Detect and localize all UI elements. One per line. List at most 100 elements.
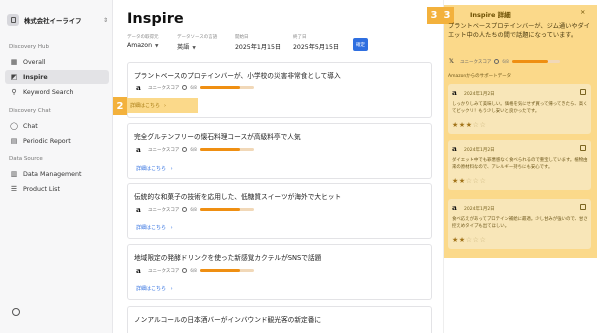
review-text: ダイエット中でも罪悪感なく食べられるので重宝しています。植物由来の原材料なので、… [452,158,588,170]
score-label: ユニークスコア [148,268,180,274]
star-empty-icon: ☆ [472,121,480,129]
sidebar-item-keyword-search[interactable]: ⚲ Keyword Search [5,85,109,99]
filter-label: 開始日 [235,35,249,40]
inspire-card[interactable]: 完全グルテンフリーの懐石料理コースが高級料亭で人気 a ユニークスコア 6/8 … [127,123,432,179]
inspire-card[interactable]: 地域限定の発酵ドリンクを使った新感覚カクテルがSNSで話題 a ユニークスコア … [127,244,432,300]
sidebar-item-label: Periodic Report [23,137,71,145]
panel-title: Inspire 詳細 [470,11,511,19]
score-bar [199,86,254,89]
external-link-icon[interactable] [580,145,586,151]
star-empty-icon: ☆ [472,236,480,244]
sidebar-item-label: Overall [23,58,46,66]
chat-icon: ◯ [10,122,18,130]
chart-icon: ◩ [10,73,18,81]
star-filled-icon: ★ [452,236,459,244]
database-icon: ▥ [10,170,18,178]
external-link-icon[interactable] [580,204,586,210]
review-date: 2024年1月2日 [464,207,495,212]
review-text: しっかりしみて美味しい。価格を気にせず買って帰ってきたら、高くてビックリ！もう少… [452,102,588,114]
sidebar-item-inspire[interactable]: ◩ Inspire [5,70,109,84]
report-icon: ▤ [10,137,18,145]
sidebar-item-periodic-report[interactable]: ▤ Periodic Report [5,134,109,148]
chevron-right-icon: › [164,102,167,109]
chevron-right-icon: › [170,166,173,172]
info-icon[interactable] [182,147,188,152]
score-bar-fill [199,269,241,272]
chevron-right-icon: › [170,286,173,292]
step-marker-2: 2 [113,97,127,115]
confirm-button[interactable]: 確定 [353,38,368,51]
score-bar-fill [511,60,548,63]
sidebar-item-label: Data Management [23,170,82,178]
star-filled-icon: ★ [452,121,459,129]
sidebar-item-data-management[interactable]: ▥ Data Management [5,167,109,181]
filter-start-date[interactable]: 開始日 2025年1月15日 [235,34,281,51]
info-icon[interactable] [494,59,500,64]
main-content: Inspire データの取得元 Amazon ▼ データソースの言語 英語 ▼ 開始… [113,0,443,333]
panel-support-label: Amazonからのサポートデータ [448,74,512,79]
filter-value: Amazon [127,42,153,49]
filter-label: 終了日 [293,35,307,40]
star-empty-icon: ☆ [479,121,487,129]
section-label-discovery-hub: Discovery Hub [9,44,50,50]
company-switcher[interactable]: 株式会社イーライフ ⇕ [7,11,108,29]
detail-link[interactable]: 詳細はこちら › [126,98,198,113]
score-value: 6/8 [502,59,509,64]
detail-link[interactable]: 詳細はこちら › [136,165,173,172]
score-label: ユニークスコア [148,207,180,213]
close-icon[interactable]: × [580,8,585,16]
help-icon[interactable] [12,308,20,316]
info-icon[interactable] [182,268,188,273]
filter-end-date[interactable]: 終了日 2025年5月15日 [293,34,339,51]
score-value: 6/8 [190,268,197,273]
filter-value: 2025年1月15日 [235,44,282,51]
star-filled-icon: ★ [458,121,466,129]
sidebar-item-overall[interactable]: ▦ Overall [5,55,109,69]
detail-link-label: 詳細はこちら [136,286,167,292]
inspire-card[interactable]: プラントベースのプロテインバーが、小学校の災害非常食として導入 a ユニークスコ… [126,62,432,118]
section-label-data-source: Data Source [9,156,43,162]
inspire-card[interactable]: 伝統的な和菓子の技術を応用した、低糖質スイーツが海外で大ヒット a ユニークスコ… [127,183,432,239]
grid-icon: ▦ [10,58,18,66]
star-empty-icon: ☆ [479,236,487,244]
x-logo-icon: 𝕏 [449,58,454,65]
review-card: a 2024年1月2日 食べ応えがあってプロテイン補給に最適。少し甘みが強いので… [448,199,591,249]
detail-link[interactable]: 詳細はこちら › [136,285,173,292]
card-title: ノンアルコールの日本酒バーがインバウンド観光客の新定番に [134,316,322,324]
star-empty-icon: ☆ [479,177,487,185]
card-title: 地域限定の発酵ドリンクを使った新感覚カクテルがSNSで話題 [134,254,322,262]
inspire-card[interactable]: ノンアルコールの日本酒バーがインバウンド観光客の新定番に [127,306,432,333]
chevron-down-icon: ▼ [155,44,159,49]
card-title: プラントベースのプロテインバーが、小学校の災害非常食として導入 [134,72,341,80]
card-score: a ユニークスコア 6/8 [136,267,254,274]
star-filled-icon: ★ [452,177,459,185]
section-label-discovery-chat: Discovery Chat [9,108,51,114]
star-empty-icon: ☆ [465,177,473,185]
detail-link-label: 詳細はこちら [136,166,167,172]
star-filled-icon: ★ [458,177,466,185]
sidebar-item-chat[interactable]: ◯ Chat [5,119,109,133]
chevron-updown-icon: ⇕ [102,16,108,24]
amazon-icon: a [452,203,457,212]
amazon-icon: a [136,266,141,275]
filter-source[interactable]: データの取得元 Amazon ▼ [127,34,159,49]
star-filled-icon: ★ [458,236,466,244]
external-link-icon[interactable] [580,89,586,95]
chevron-down-icon: ▼ [192,46,196,51]
info-icon[interactable] [182,207,188,212]
score-value: 6/8 [190,207,197,212]
amazon-icon: a [452,144,457,153]
detail-link[interactable]: 詳細はこちら › [136,224,173,231]
panel-description: プラントベースプロテインバーが、ジム通いやダイエット中の人たちの間で話題になって… [448,23,590,40]
amazon-icon: a [136,83,141,92]
amazon-icon: a [452,88,457,97]
sidebar-item-product-list[interactable]: ☰ Product List [5,182,109,196]
filter-language[interactable]: データソースの言語 英語 ▼ [177,34,217,51]
filter-value: 2025年5月15日 [293,44,340,51]
star-filled-icon: ★ [465,121,473,129]
score-label: ユニークスコア [460,59,492,65]
score-bar-fill [199,86,241,89]
sidebar-item-label: Product List [23,185,60,193]
info-icon[interactable] [182,85,188,90]
review-card: a 2024年1月2日 ダイエット中でも罪悪感なく食べられるので重宝しています。… [448,140,591,190]
